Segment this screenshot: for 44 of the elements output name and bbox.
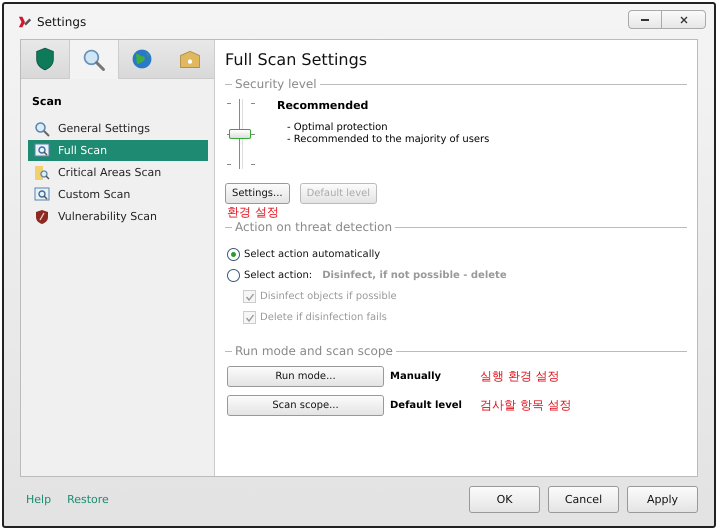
folder-search-icon: [34, 164, 50, 181]
radio-button[interactable]: [227, 248, 240, 262]
dialog-button[interactable]: OK: [469, 486, 540, 513]
annotation: 환경 설정: [227, 204, 280, 220]
slider-thumb[interactable]: [229, 129, 251, 140]
dialog-button[interactable]: Cancel: [548, 486, 619, 513]
search-icon: [34, 120, 50, 137]
globe-icon: [130, 47, 154, 72]
search-icon: [82, 48, 106, 72]
radio-label[interactable]: Select action:: [244, 270, 312, 282]
sidebar-item[interactable]: General Settings: [28, 118, 208, 140]
window-title: Settings: [37, 14, 86, 29]
tab[interactable]: [68, 40, 118, 80]
close-icon: [678, 14, 690, 26]
setting-value: Manually: [390, 371, 442, 382]
action-value: Disinfect, if not possible - delete: [322, 270, 507, 282]
monitor-search-icon: [34, 186, 50, 203]
level-description: - Optimal protection: [287, 122, 389, 134]
panel-title: Full Scan Settings: [225, 50, 368, 70]
setting-value: Default level: [390, 400, 463, 412]
sidebar-item[interactable]: Critical Areas Scan: [28, 162, 208, 184]
annotation: 검사할 항목 설정: [480, 397, 572, 414]
group-heading: Security level: [235, 77, 317, 92]
annotation: 실행 환경 설정: [480, 368, 560, 386]
wide-button[interactable]: Run mode...: [227, 366, 384, 388]
level-name: Recommended: [277, 99, 370, 112]
minimize-button[interactable]: [628, 10, 662, 29]
monitor-search-icon: [34, 142, 50, 159]
dialog-button[interactable]: Apply: [627, 486, 698, 513]
settings-button[interactable]: Settings...: [225, 183, 290, 204]
sidebar-item[interactable]: Vulnerability Scan: [28, 206, 208, 228]
shield-icon: [34, 208, 50, 225]
app-logo-icon: [18, 14, 32, 29]
radio-label[interactable]: Select action automatically: [244, 249, 380, 260]
group-heading: Run mode and scan scope: [235, 344, 393, 358]
group-heading: Action on threat detection: [235, 220, 392, 234]
section-heading: Scan: [32, 95, 63, 108]
level-description: - Recommended to the majority of users: [287, 134, 490, 146]
shield-icon: [34, 47, 55, 72]
wide-button[interactable]: Scan scope...: [227, 395, 384, 416]
sidebar-item[interactable]: Full Scan: [28, 140, 208, 162]
radio-button[interactable]: [227, 269, 240, 282]
sidebar-item[interactable]: Custom Scan: [28, 184, 208, 206]
minimize-icon: [641, 18, 649, 20]
